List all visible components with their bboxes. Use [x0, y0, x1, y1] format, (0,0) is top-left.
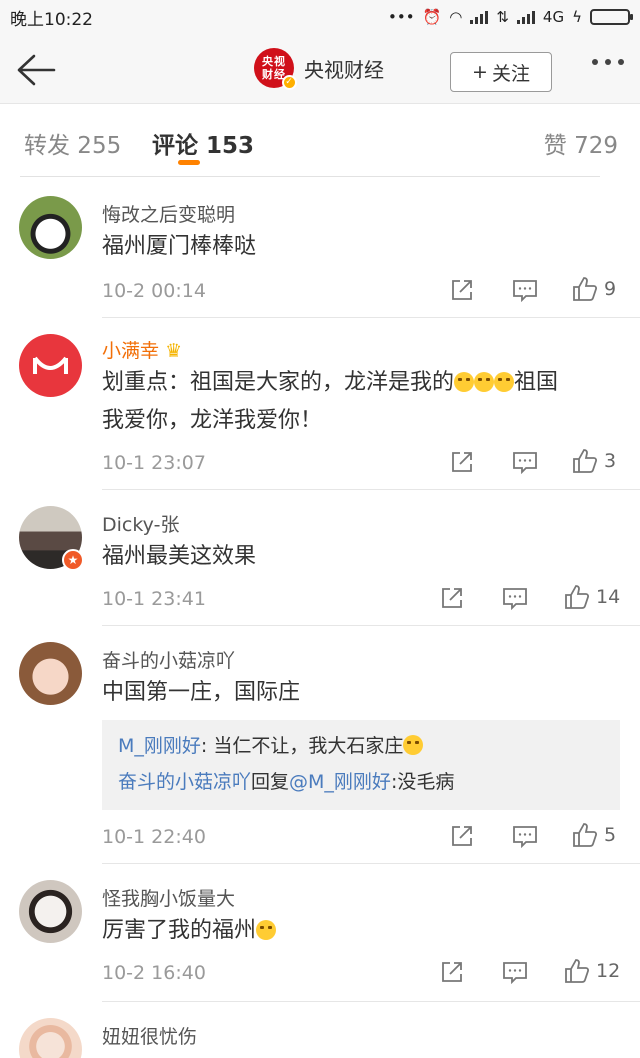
network-type: 4G — [542, 8, 565, 26]
follow-label: 关注 — [491, 62, 530, 85]
share-icon[interactable] — [450, 450, 474, 474]
like-button[interactable]: 14 — [564, 584, 620, 610]
avatar[interactable] — [19, 334, 82, 397]
share-icon[interactable] — [450, 278, 474, 302]
avatar[interactable] — [19, 642, 82, 705]
follow-button[interactable]: + 关注 — [450, 52, 552, 92]
wifi-icon: ◠ — [449, 8, 463, 26]
thumbs-up-icon — [565, 959, 590, 983]
commenter-name[interactable]: 悔改之后变聪明 — [102, 200, 235, 227]
back-arrow-icon[interactable] — [14, 50, 58, 90]
thumbs-up-icon — [565, 585, 590, 609]
comment-time: 10-2 00:14 — [102, 280, 206, 302]
tab-reposts[interactable]: 转发 255 — [24, 126, 121, 160]
avatar[interactable]: ★ — [19, 506, 84, 571]
laugh-cry-emoji-icon — [454, 372, 475, 392]
reply-user-link[interactable]: M_刚刚好 — [118, 735, 201, 757]
comment-icon[interactable] — [512, 824, 538, 848]
thumbs-up-icon — [573, 449, 598, 473]
signal-icon — [470, 10, 489, 24]
commenter-name[interactable]: 小满幸 ♛ — [102, 336, 182, 363]
plus-icon: + — [472, 61, 488, 83]
share-icon[interactable] — [440, 586, 464, 610]
like-count: 12 — [596, 960, 621, 982]
reply-item: 奋斗的小菇凉吖回复@M_刚刚好:没毛病 — [118, 771, 455, 793]
laugh-cry-emoji-icon — [474, 372, 495, 392]
comment-time: 10-2 16:40 — [102, 962, 206, 984]
comment-time: 10-1 23:07 — [102, 452, 206, 474]
status-time: 晚上10:22 — [10, 9, 93, 30]
battery-icon — [590, 9, 633, 25]
comment-icon[interactable] — [512, 450, 538, 474]
comment-item: 奋斗的小菇凉吖 中国第一庄，国际庄 M_刚刚好: 当仁不让，我大石家庄 奋斗的小… — [0, 626, 640, 864]
reply-item: M_刚刚好: 当仁不让，我大石家庄 — [118, 728, 604, 764]
more-dots-icon: ••• — [388, 8, 415, 26]
account-name: 央视财经 — [304, 57, 384, 82]
comment-item: 悔改之后变聪明 福州厦门棒棒哒 10-2 00:14 9 — [0, 176, 640, 318]
commenter-name[interactable]: 奋斗的小菇凉吖 — [102, 646, 235, 673]
reply-user-link[interactable]: 奋斗的小菇凉吖 — [118, 771, 251, 793]
verified-badge-icon: ✓ — [282, 75, 297, 90]
thumbs-up-icon — [573, 823, 598, 847]
comment-text: 福州厦门棒棒哒 — [102, 234, 257, 259]
account-header[interactable]: 央视 财经 ✓ 央视财经 — [254, 48, 384, 90]
more-options-icon[interactable] — [592, 59, 624, 65]
crown-vip-icon: ♛ — [165, 340, 183, 362]
comment-icon[interactable] — [502, 960, 528, 984]
comment-item: ★ Dicky-张 福州最美这效果 10-1 23:41 14 — [0, 490, 640, 626]
commenter-name[interactable]: Dicky-张 — [102, 510, 179, 537]
like-button[interactable]: 3 — [572, 448, 616, 474]
like-button[interactable]: 9 — [572, 276, 616, 302]
commenter-name[interactable]: 怪我胸小饭量大 — [102, 884, 235, 911]
status-bar: 晚上10:22 ••• ⏰ ◠ ⇅ 4G ϟ — [0, 0, 640, 34]
mention-link[interactable]: @M_刚刚好 — [289, 771, 391, 793]
comment-text: 福州最美这效果 — [102, 544, 257, 569]
commenter-name[interactable]: 妞妞很忧伤 — [102, 1022, 197, 1049]
comment-time: 10-1 22:40 — [102, 826, 206, 848]
account-logo: 央视 财经 ✓ — [254, 48, 297, 90]
comment-text: 划重点：祖国是大家的，龙洋是我的 祖国 我爱你，龙洋我爱你！ — [102, 370, 559, 433]
tab-comments[interactable]: 评论 153 — [152, 126, 254, 160]
like-count: 14 — [596, 586, 621, 608]
comment-icon[interactable] — [512, 278, 538, 302]
active-tab-indicator — [178, 160, 200, 165]
comment-text: 厉害了我的福州 — [102, 912, 620, 950]
like-button[interactable]: 12 — [564, 958, 620, 984]
data-transfer-icon: ⇅ — [496, 8, 509, 26]
avatar[interactable] — [19, 1018, 82, 1058]
comment-text: 中国第一庄，国际庄 — [102, 680, 301, 705]
like-button[interactable]: 5 — [572, 822, 616, 848]
status-icons: ••• ⏰ ◠ ⇅ 4G ϟ — [388, 8, 633, 26]
share-icon[interactable] — [450, 824, 474, 848]
reply-thread[interactable]: M_刚刚好: 当仁不让，我大石家庄 奋斗的小菇凉吖回复@M_刚刚好:没毛病 — [102, 720, 620, 810]
alarm-icon: ⏰ — [422, 8, 442, 26]
comment-item: 小满幸 ♛ 划重点：祖国是大家的，龙洋是我的 祖国 我爱你，龙洋我爱你！ 10-1… — [0, 318, 640, 490]
signal-icon-2 — [516, 10, 535, 24]
nav-bar: 央视 财经 ✓ 央视财经 + 关注 — [0, 34, 640, 104]
shy-emoji-icon — [256, 920, 277, 940]
star-badge-icon: ★ — [62, 549, 84, 571]
laugh-cry-emoji-icon — [494, 372, 515, 392]
avatar[interactable] — [19, 196, 82, 259]
thumbs-up-icon — [573, 277, 598, 301]
shy-emoji-icon — [403, 735, 424, 755]
avatar[interactable] — [19, 880, 82, 943]
brand-logo-icon — [33, 356, 68, 374]
share-icon[interactable] — [440, 960, 464, 984]
like-count: 5 — [604, 824, 617, 846]
tab-bar: 转发 255 评论 153 赞 729 — [0, 104, 640, 177]
comment-icon[interactable] — [502, 586, 528, 610]
comment-item: 怪我胸小饭量大 厉害了我的福州 10-2 16:40 12 — [0, 864, 640, 1002]
comment-item: 妞妞很忧伤 — [0, 1002, 640, 1058]
like-count: 3 — [604, 450, 617, 472]
tab-likes[interactable]: 赞 729 — [544, 126, 618, 160]
like-count: 9 — [604, 278, 617, 300]
charging-icon: ϟ — [572, 8, 582, 26]
comment-time: 10-1 23:41 — [102, 588, 206, 610]
